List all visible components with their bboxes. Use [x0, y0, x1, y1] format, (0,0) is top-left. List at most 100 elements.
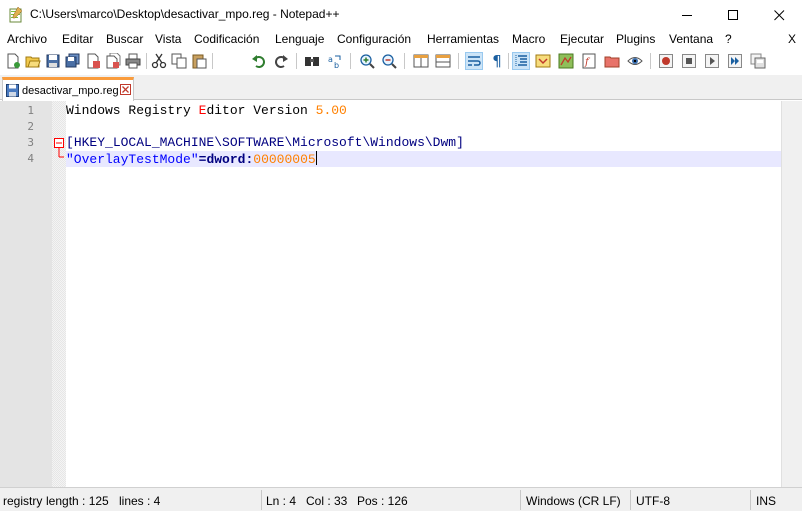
menu-plugins[interactable]: Plugins	[616, 32, 655, 46]
close-icon[interactable]	[120, 84, 131, 95]
toolbar-separator	[296, 53, 297, 69]
doc-map-button[interactable]	[557, 52, 575, 70]
word-wrap-button[interactable]	[465, 52, 483, 70]
fold-end-line-icon	[58, 148, 64, 158]
save-macro-button[interactable]	[749, 52, 767, 70]
menu-ejecutar[interactable]: Ejecutar	[560, 32, 604, 46]
line-number: 3	[27, 136, 34, 149]
print-button[interactable]	[124, 52, 142, 70]
line-number: 1	[27, 104, 34, 117]
play-macro-button[interactable]	[703, 52, 721, 70]
new-file-button[interactable]	[4, 52, 22, 70]
toolbar-separator	[212, 53, 213, 69]
menu-vista[interactable]: Vista	[155, 32, 181, 46]
menu-codificacion[interactable]: Codificación	[194, 32, 259, 46]
status-length: length : 125	[46, 494, 109, 508]
status-eol[interactable]: Windows (CR LF)	[526, 494, 621, 508]
folder-workspace-icon	[604, 56, 620, 68]
line-number-gutter: 1 2 3 4	[0, 101, 52, 487]
svg-text:a: a	[328, 55, 333, 64]
undo-button[interactable]	[250, 52, 268, 70]
menu-lenguaje[interactable]: Lenguaje	[275, 32, 324, 46]
paste-button[interactable]	[190, 52, 208, 70]
minimize-button[interactable]	[664, 0, 710, 30]
zoom-in-button[interactable]	[358, 52, 376, 70]
status-position: Pos : 126	[357, 494, 408, 508]
sync-vertical-button[interactable]	[412, 52, 430, 70]
code-line-3: [HKEY_LOCAL_MACHINE\SOFTWARE\Microsoft\W…	[66, 135, 464, 151]
vertical-scrollbar[interactable]	[781, 101, 802, 487]
paste-icon	[192, 54, 207, 69]
tab-desactivar-mpo[interactable]: desactivar_mpo.reg	[2, 77, 134, 101]
function-list-button[interactable]: f	[580, 52, 598, 70]
maximize-button[interactable]	[710, 0, 756, 30]
status-lines: lines : 4	[119, 494, 161, 508]
status-encoding[interactable]: UTF-8	[636, 494, 670, 508]
code-value-name: "OverlayTestMode"	[66, 152, 199, 167]
folder-workspace-button[interactable]	[603, 52, 621, 70]
code-bracket: [	[66, 135, 74, 150]
open-file-button[interactable]	[24, 52, 42, 70]
close-file-button[interactable]	[84, 52, 102, 70]
close-document-button[interactable]: X	[788, 32, 796, 46]
stop-macro-button[interactable]	[680, 52, 698, 70]
sync-horizontal-icon	[435, 54, 451, 68]
text-caret	[315, 151, 317, 165]
menu-configuracion[interactable]: Configuración	[337, 32, 411, 46]
stop-macro-icon	[682, 54, 696, 68]
menu-herramientas[interactable]: Herramientas	[427, 32, 499, 46]
status-separator	[750, 490, 751, 510]
language-icon	[535, 54, 551, 68]
new-file-icon	[7, 53, 20, 69]
menu-editar[interactable]: Editar	[62, 32, 93, 46]
close-all-button[interactable]	[104, 52, 122, 70]
status-insert-mode: INS	[756, 494, 777, 508]
code-line-4: "OverlayTestMode"=dword:00000005	[66, 151, 317, 167]
find-button[interactable]	[303, 52, 321, 70]
menu-archivo[interactable]: Archivo	[7, 32, 47, 46]
scrollbar-thumb[interactable]	[786, 103, 798, 105]
toolbar-separator	[404, 53, 405, 69]
menu-buscar[interactable]: Buscar	[106, 32, 143, 46]
menu-macro[interactable]: Macro	[512, 32, 545, 46]
cut-button[interactable]	[150, 52, 168, 70]
toolbar-separator	[350, 53, 351, 69]
zoom-out-icon	[382, 54, 397, 69]
code-type: dword	[206, 152, 246, 167]
copy-button[interactable]	[170, 52, 188, 70]
menu-help[interactable]: ?	[725, 32, 732, 46]
status-bar: registry length : 125 lines : 4 Ln : 4 C…	[0, 487, 802, 511]
fold-minus-icon[interactable]	[54, 138, 64, 148]
editor-area[interactable]: 1 2 3 4 Windows Registry Editor Version …	[0, 101, 802, 487]
menu-bar: Archivo Editar Buscar Vista Codificación…	[0, 30, 802, 49]
run-macro-multiple-button[interactable]	[726, 52, 744, 70]
toolbar: ab ¶ f	[0, 49, 802, 75]
redo-button[interactable]	[272, 52, 290, 70]
sync-horizontal-button[interactable]	[434, 52, 452, 70]
title-bar: C:\Users\marco\Desktop\desactivar_mpo.re…	[0, 0, 802, 30]
function-list-icon: f	[582, 53, 596, 69]
notepadpp-app-icon	[9, 7, 23, 23]
close-window-button[interactable]	[756, 0, 802, 30]
indent-guide-button[interactable]	[512, 52, 530, 70]
zoom-out-button[interactable]	[380, 52, 398, 70]
menu-ventana[interactable]: Ventana	[669, 32, 713, 46]
record-macro-button[interactable]	[657, 52, 675, 70]
save-all-button[interactable]	[64, 52, 82, 70]
monitoring-button[interactable]	[626, 52, 644, 70]
open-file-icon	[25, 56, 41, 68]
status-column: Col : 33	[306, 494, 348, 508]
show-all-chars-button[interactable]: ¶	[488, 52, 506, 70]
sync-vertical-icon	[413, 54, 429, 68]
window-title: C:\Users\marco\Desktop\desactivar_mpo.re…	[30, 7, 340, 21]
save-macro-icon	[750, 53, 766, 69]
code-text: ditor Version	[206, 103, 316, 118]
replace-icon: ab	[328, 55, 341, 69]
save-button[interactable]	[44, 52, 62, 70]
status-separator	[520, 490, 521, 510]
code-registry-key: HKEY_LOCAL_MACHINE\SOFTWARE\Microsoft\Wi…	[73, 135, 457, 150]
run-macro-multiple-icon	[728, 54, 742, 68]
language-button[interactable]	[534, 52, 552, 70]
status-separator	[261, 490, 262, 510]
replace-button[interactable]: ab	[326, 52, 344, 70]
